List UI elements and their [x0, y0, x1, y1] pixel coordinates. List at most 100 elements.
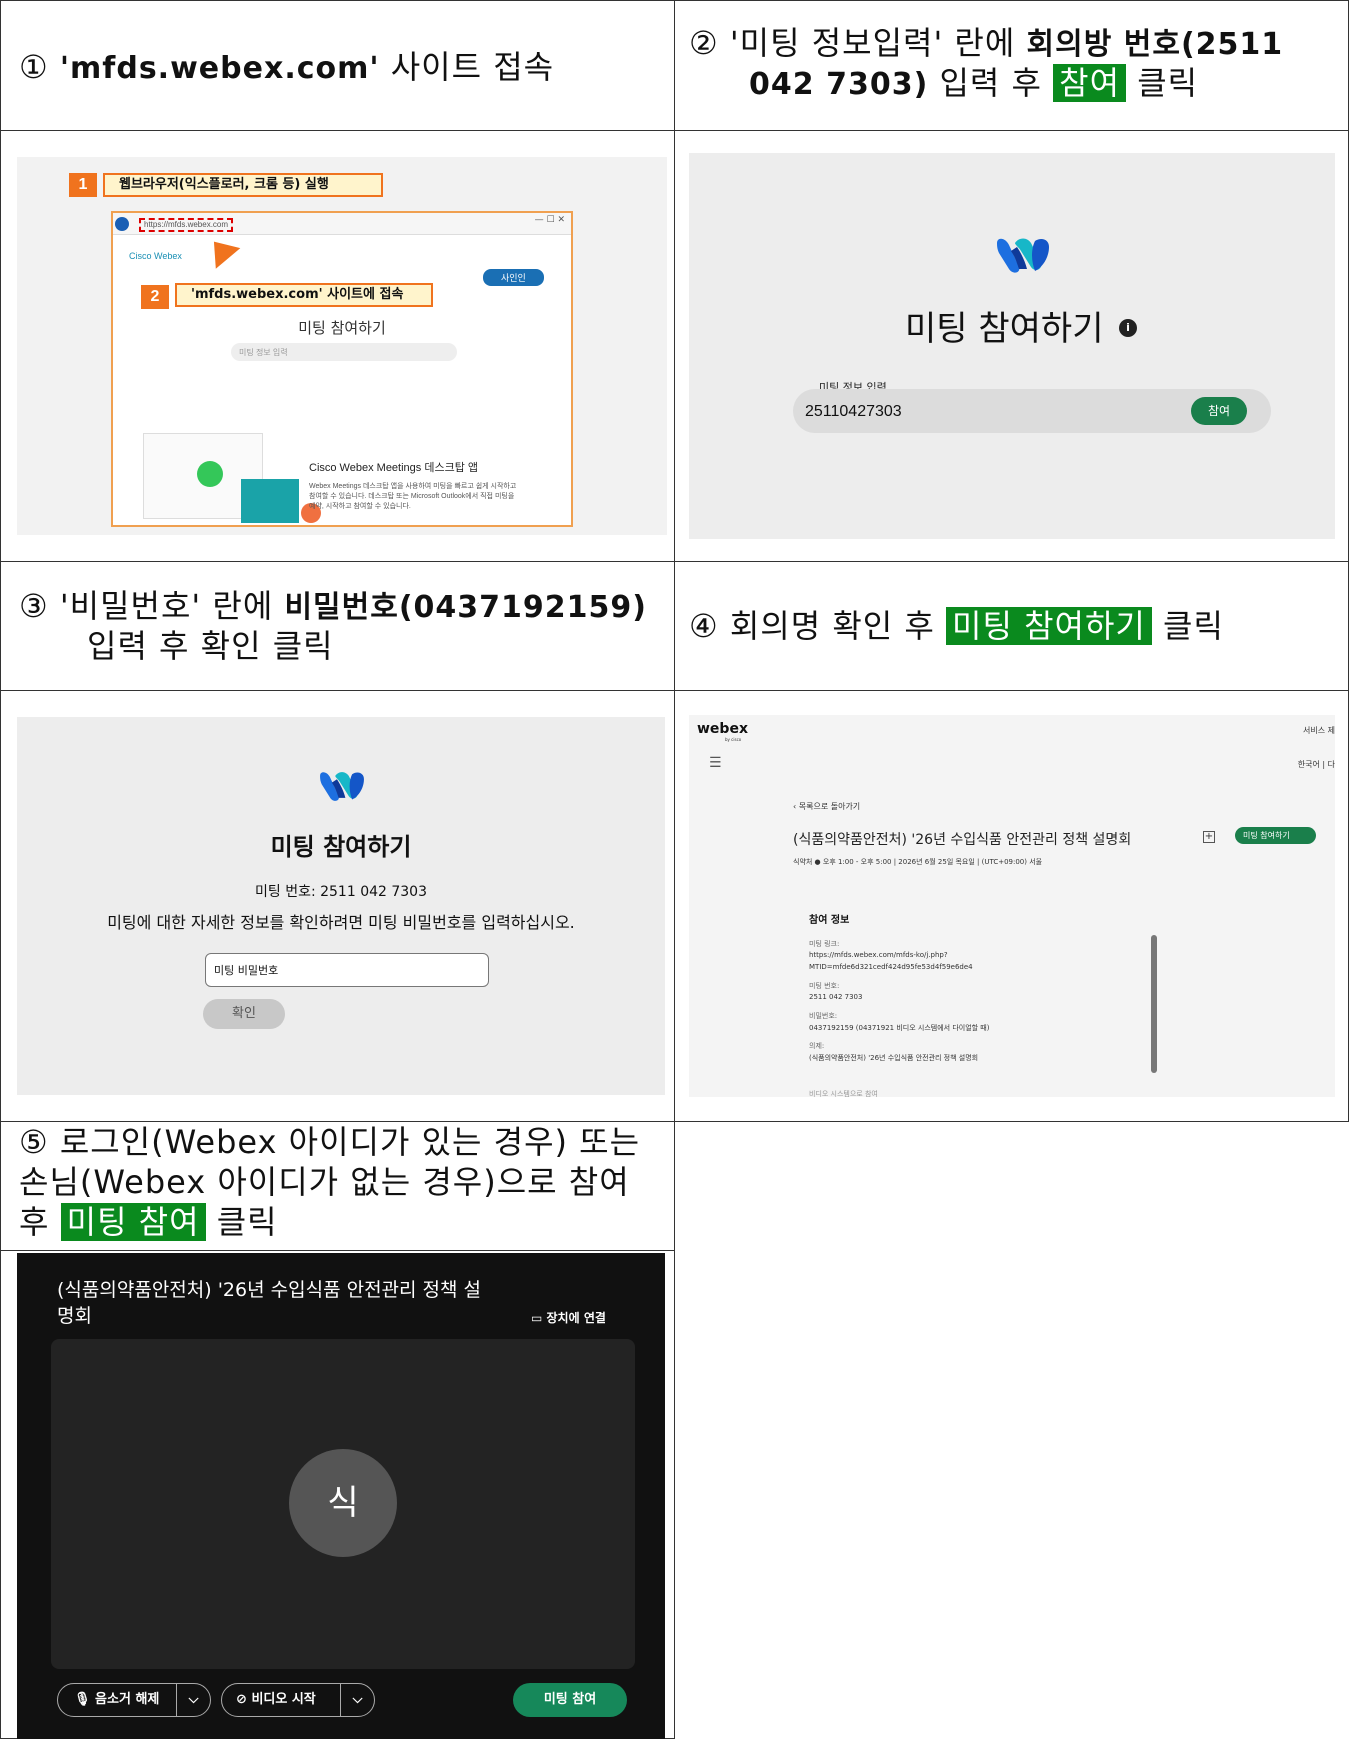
start-video-label: 비디오 시작: [251, 1692, 316, 1707]
meeting-title-2: 명회: [57, 1305, 92, 1327]
chevron-down-icon[interactable]: ⌵: [340, 1684, 374, 1716]
scrollbar[interactable]: [1151, 935, 1157, 1073]
meeting-info-value: 25110427303: [805, 403, 902, 420]
callout-site: 'mfds.webex.com' 사이트에 접속: [175, 283, 433, 307]
step-number: ⑤: [19, 1123, 49, 1161]
step-number: ④: [689, 607, 719, 645]
meeting-meta: 식약처 ● 오후 1:00 - 오후 5:00 | 2026년 6월 25일 목…: [793, 858, 1043, 866]
service-link[interactable]: 서비스 제: [1303, 725, 1335, 736]
join-button[interactable]: 참여: [1191, 397, 1247, 425]
meeting-title-1: (식품의약품안전처) '26년 수입식품 안전관리 정책 설: [57, 1279, 482, 1301]
agenda-value: (식품의약품안전처) '26년 수입식품 안전관리 정책 설명회: [809, 1054, 979, 1062]
meeting-title: (식품의약품안전처) '26년 수입식품 안전관리 정책 설명회: [793, 832, 1132, 848]
webex-logo-icon: [320, 772, 364, 801]
step-text: 손님(Webex 아이디가 없는 경우)으로 참여: [19, 1163, 630, 1201]
step-text: 입력 후 확인 클릭: [87, 627, 334, 665]
step-number: ①: [19, 48, 49, 86]
badge-1: 1: [69, 173, 97, 197]
password-label: 비밀번호:: [809, 1012, 838, 1020]
meeting-link-1[interactable]: https://mfds.webex.com/mfds-ko/j.php?: [809, 951, 948, 959]
confirm-button[interactable]: 확인: [203, 999, 285, 1029]
webex-logo-icon: [997, 238, 1049, 273]
step4-image-cell: webex by cisco 서비스 제 ☰ 한국어 | 다 ‹ 목록으로 돌아…: [674, 690, 1349, 1122]
step4-screenshot: webex by cisco 서비스 제 ☰ 한국어 | 다 ‹ 목록으로 돌아…: [689, 715, 1335, 1097]
link-label: 미팅 링크:: [809, 940, 840, 948]
site-url: 'mfds.webex.com': [59, 51, 380, 86]
join-highlight: 미팅 참여: [60, 1203, 206, 1241]
mic-off-icon: 🎙: [74, 1692, 91, 1707]
password-value: 0437192159 (04371921 비디오 시스템에서 다이얼할 때): [809, 1024, 990, 1032]
app-desc-2: 참여할 수 있습니다. 데스크탑 또는 Microsoft Outlook에서 …: [309, 493, 515, 500]
step-text: 클릭: [1126, 64, 1199, 102]
join-title: 미팅 참여하기: [905, 309, 1104, 349]
avatar: 식: [289, 1449, 397, 1557]
step3-header: ③ '비밀번호' 란에 비밀번호(0437192159) 입력 후 확인 클릭: [0, 561, 675, 691]
app-title: Cisco Webex Meetings 데스크탑 앱: [309, 462, 478, 474]
back-link[interactable]: ‹ 목록으로 돌아가기: [793, 801, 860, 812]
address-bar[interactable]: https://mfds.webex.com: [139, 218, 234, 232]
join-meeting-highlight: 미팅 참여하기: [946, 607, 1152, 645]
step-text: 클릭: [1151, 607, 1224, 645]
window-controls: — ☐ ✕: [534, 215, 565, 225]
menu-icon[interactable]: ☰: [709, 755, 722, 771]
info-icon[interactable]: i: [1119, 319, 1137, 337]
step1-header: ① 'mfds.webex.com' 사이트 접속: [0, 0, 675, 131]
browser-window: https://mfds.webex.com — ☐ ✕ Cisco Webex…: [111, 211, 573, 527]
instruction-table: ① 'mfds.webex.com' 사이트 접속 ② '미팅 정보입력' 란에…: [0, 0, 1349, 1739]
app-desc-1: Webex Meetings 데스크탑 앱을 사용하여 미팅을 빠르고 쉽게 시…: [309, 483, 517, 490]
page-title: 미팅 참여하기: [298, 319, 386, 337]
step5-image-cell: (식품의약품안전처) '26년 수입식품 안전관리 정책 설 명회 ▭ 장치에 …: [0, 1250, 675, 1739]
add-calendar-icon[interactable]: +: [1203, 831, 1215, 843]
unmute-label: 음소거 해제: [95, 1692, 160, 1707]
meeting-link-2[interactable]: MTID=mfde6d321cedf424d95fe53d4f59e6de4: [809, 963, 973, 971]
password-prompt: 미팅에 대한 자세한 정보를 확인하려면 미팅 비밀번호를 입력하십시오.: [107, 913, 575, 932]
step-text: 클릭: [205, 1203, 278, 1241]
badge-2: 2: [141, 285, 169, 309]
step1-screenshot: 1 웹브라우저(익스플로러, 크롬 등) 실행 https://mfds.web…: [17, 157, 667, 535]
password-value: 비밀번호(0437192159): [284, 590, 647, 625]
step1-image-cell: 1 웹브라우저(익스플로러, 크롬 등) 실행 https://mfds.web…: [0, 130, 675, 562]
step-text: 입력 후: [928, 64, 1054, 102]
room-number: 회의방 번호(2511: [1026, 27, 1284, 62]
app-illustration: [143, 433, 321, 523]
join-meeting-button[interactable]: 미팅 참여: [513, 1683, 627, 1717]
step-text: 회의명 확인 후: [729, 607, 947, 645]
start-video-button[interactable]: ⊘ 비디오 시작 ⌵: [221, 1683, 375, 1717]
step-text: 사이트 접속: [379, 48, 555, 86]
language-selector[interactable]: 한국어 | 다: [1298, 759, 1335, 770]
number-label: 미팅 번호:: [809, 982, 840, 990]
cisco-brand: Cisco Webex: [129, 251, 182, 261]
connect-device-label: 장치에 연결: [546, 1311, 606, 1325]
chevron-down-icon[interactable]: ⌵: [176, 1684, 210, 1716]
empty-cell: [674, 1121, 1349, 1739]
step5-header: ⑤ 로그인(Webex 아이디가 있는 경우) 또는 손님(Webex 아이디가…: [0, 1121, 675, 1251]
step-text: 로그인(Webex 아이디가 있는 경우) 또는: [59, 1123, 641, 1161]
section-title: 참여 정보: [809, 915, 850, 926]
step4-header: ④ 회의명 확인 후 미팅 참여하기 클릭: [674, 561, 1349, 691]
webex-logo-sub: by cisco: [725, 737, 742, 742]
pointer-arrow-icon: [201, 231, 241, 269]
callout-browser: 웹브라우저(익스플로러, 크롬 등) 실행: [103, 173, 383, 197]
join-title: 미팅 참여하기: [270, 833, 412, 861]
join-meeting-button[interactable]: 미팅 참여하기: [1235, 827, 1316, 844]
meeting-info-input[interactable]: 미팅 정보 입력: [231, 343, 457, 361]
app-desc-3: 예약, 시작하고 참여할 수 있습니다.: [309, 503, 411, 510]
video-off-icon: ⊘: [236, 1692, 247, 1707]
meeting-number: 미팅 번호: 2511 042 7303: [254, 884, 428, 900]
step2-image-cell: 미팅 참여하기 i 미팅 정보 입력 25110427303 참여: [674, 130, 1349, 562]
step2-screenshot: 미팅 참여하기 i 미팅 정보 입력 25110427303 참여: [689, 153, 1335, 539]
signin-button[interactable]: 사인인: [483, 269, 544, 286]
meeting-number: 2511 042 7303: [809, 993, 863, 1001]
browser-toolbar: https://mfds.webex.com — ☐ ✕: [113, 213, 571, 235]
step-text: 후: [19, 1203, 61, 1241]
connect-device-button[interactable]: ▭ 장치에 연결: [531, 1309, 606, 1326]
unmute-button[interactable]: 🎙 음소거 해제 ⌵: [57, 1683, 211, 1717]
step3-image-cell: 미팅 참여하기 미팅 번호: 2511 042 7303 미팅에 대한 자세한 …: [0, 690, 675, 1122]
step-text: '비밀번호' 란에: [59, 587, 285, 625]
join-highlight: 참여: [1053, 64, 1127, 102]
password-input[interactable]: 미팅 비밀번호: [205, 953, 489, 987]
step5-screenshot: (식품의약품안전처) '26년 수입식품 안전관리 정책 설 명회 ▭ 장치에 …: [17, 1253, 665, 1739]
step2-header: ② '미팅 정보입력' 란에 회의방 번호(2511 042 7303) 입력 …: [674, 0, 1349, 131]
webex-logo: webex: [697, 721, 748, 737]
step3-screenshot: 미팅 참여하기 미팅 번호: 2511 042 7303 미팅에 대한 자세한 …: [17, 717, 665, 1095]
